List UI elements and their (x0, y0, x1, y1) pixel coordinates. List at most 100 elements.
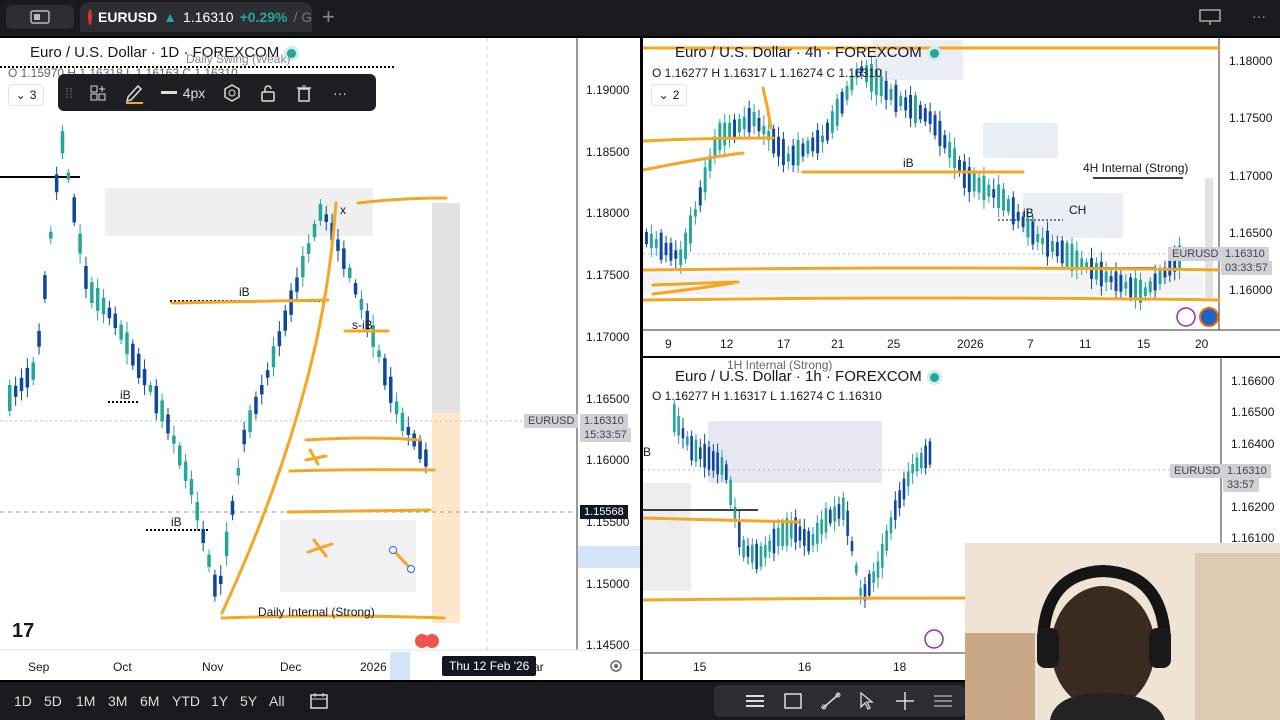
drag-handle-icon[interactable]: ⁞⁞ (58, 74, 80, 111)
layout-button[interactable] (6, 5, 74, 29)
candle-4h-body (693, 209, 697, 217)
candle-1h-body (894, 500, 897, 520)
zone-box (708, 421, 882, 483)
time-axis-label: 12 (720, 337, 734, 351)
anno-4h-ch: CH (1069, 203, 1087, 217)
cursor-icon[interactable] (854, 690, 880, 712)
candle-1d-body (37, 330, 41, 347)
trendline-tool-icon[interactable] (818, 690, 844, 712)
indicator-collapse-button-4h[interactable]: ⌄ 2 (651, 84, 687, 106)
chart-1h-title: Euro / U.S. Dollar · 1h · FOREXCOM (675, 368, 939, 385)
candle-1h-body (829, 509, 832, 524)
candle-1d-body (43, 275, 47, 299)
last-price-tag: 1.16310 (580, 414, 628, 428)
candle-4h-body (943, 135, 947, 149)
date-range-icon[interactable] (306, 690, 332, 712)
candle-1h-body (855, 564, 858, 574)
screen-icon[interactable] (1198, 8, 1222, 29)
candle-1d-body (236, 468, 241, 476)
price-axis-label: 1.16500 (1229, 226, 1273, 240)
rectangle-tool-icon[interactable] (780, 690, 806, 712)
event-marker (425, 634, 439, 648)
candle-4h-body (904, 97, 908, 111)
orange-line (288, 468, 436, 473)
candle-1d-body (66, 172, 71, 180)
candle-1d-body (154, 386, 159, 414)
fib-tool-icon[interactable] (930, 690, 956, 712)
candle-4h-body (1094, 263, 1098, 280)
candle-1h-body (876, 561, 880, 578)
candle-1d-body (406, 426, 411, 435)
pencil-color-icon[interactable] (116, 74, 152, 111)
menu-lines-icon[interactable] (742, 690, 768, 712)
candle-1d-body (248, 410, 252, 433)
trash-icon[interactable] (286, 74, 322, 111)
candle-1d-body (142, 369, 147, 386)
orange-line (304, 436, 422, 442)
anno-ib-bottom: iB (171, 515, 182, 529)
lightning-icon (924, 629, 944, 649)
indicator-collapse-button[interactable]: ⌄ 3 (8, 84, 44, 106)
candle-4h-body (1050, 240, 1054, 252)
candle-1d-body (84, 266, 88, 289)
market-open-dot (929, 48, 939, 58)
chart-4h-canvas[interactable] (643, 38, 1280, 356)
candle-1d-body (424, 449, 428, 467)
candle-4h-body (669, 242, 673, 261)
timeframe-1d[interactable]: 1D (14, 693, 32, 709)
timeframe-5y[interactable]: 5Y (240, 693, 257, 709)
last-price-tag-4h: 1.16310 (1221, 247, 1269, 261)
candle-1d-body (394, 401, 399, 415)
chart-1d[interactable]: Euro / U.S. Dollar · 1D · FOREXCOM O 1.1… (0, 38, 640, 680)
drawing-handle (389, 546, 397, 554)
candle-1h-body (798, 526, 802, 541)
candle-4h-body (840, 91, 844, 114)
timeframe-ytd[interactable]: YTD (172, 693, 200, 709)
candle-1d-body (353, 283, 358, 295)
settings-hex-icon[interactable] (214, 74, 250, 111)
zone-box (643, 483, 691, 591)
candle-4h-body (772, 128, 776, 154)
lightning-icon (1176, 307, 1196, 327)
candle-1h-body (681, 428, 685, 439)
candle-1h-body (859, 588, 862, 596)
price-axis-label: 1.15000 (586, 577, 630, 591)
candle-4h-body (679, 249, 683, 266)
more-icon[interactable]: ··· (1252, 8, 1266, 24)
timeframe-1m[interactable]: 1M (76, 693, 95, 709)
timeframe-5d[interactable]: 5D (44, 693, 62, 709)
candle-1d-body (359, 298, 364, 311)
symbol-tab[interactable]: EURUSD ▲ 1.16310 +0.29% / G (80, 2, 312, 32)
line-width-button[interactable]: 4px (152, 74, 214, 111)
candle-4h-body (845, 85, 849, 101)
candle-1h-body (803, 528, 806, 546)
candle-4h-body (928, 111, 932, 124)
timeframe-6m[interactable]: 6M (140, 693, 159, 709)
lock-icon[interactable] (250, 74, 286, 111)
anno-4h-internal: 4H Internal (Strong) (1083, 161, 1189, 175)
timeframe-1y[interactable]: 1Y (211, 693, 228, 709)
new-tab-button[interactable]: + (322, 4, 335, 30)
crosshair-icon[interactable] (892, 690, 918, 712)
candle-4h-body (791, 145, 795, 166)
more-options-icon[interactable]: ··· (322, 74, 358, 111)
chart-4h-ohlc: O 1.16277 H 1.16317 L 1.16274 C 1.16310 (652, 66, 882, 80)
time-axis-label: 2026 (957, 337, 984, 351)
countdown-tag: 15:33:57 (580, 428, 631, 442)
candle-1h-body (673, 404, 676, 432)
timeframe-3m[interactable]: 3M (108, 693, 127, 709)
candle-1h-body (768, 540, 771, 552)
candle-4h-body (757, 117, 761, 132)
projection-box (1205, 178, 1213, 298)
candle-1h-body (759, 545, 763, 567)
candle-4h-body (835, 98, 839, 126)
template-icon[interactable] (80, 74, 116, 111)
candle-1h-body (677, 415, 680, 436)
chart-1d-canvas[interactable] (0, 38, 640, 680)
chart-4h[interactable]: Euro / U.S. Dollar · 4h · FOREXCOM O 1.1… (643, 38, 1280, 356)
candle-1h-body (746, 545, 750, 557)
anno-daily-swing: Daily Swing (Weak) (186, 52, 291, 66)
candle-1h-body (872, 571, 875, 583)
timeframe-all[interactable]: All (269, 693, 285, 709)
candle-4h-body (1114, 271, 1118, 291)
